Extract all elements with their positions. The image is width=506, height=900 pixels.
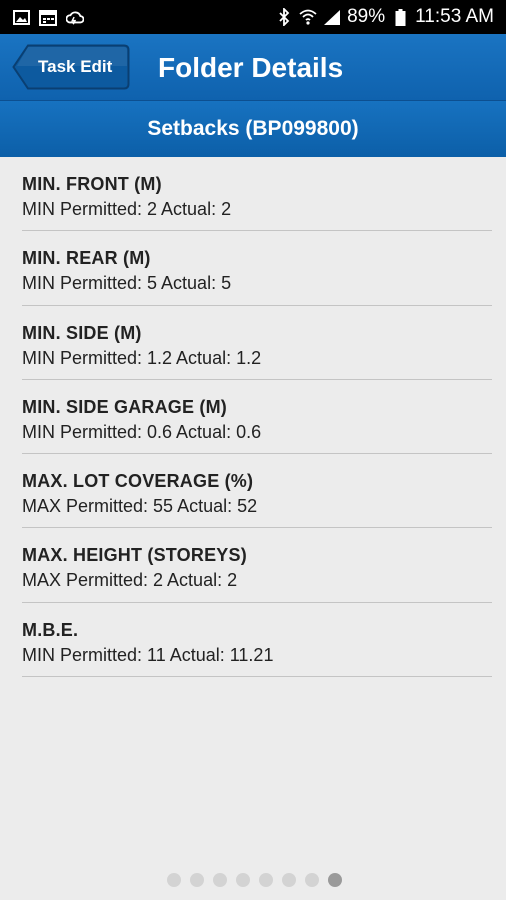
item-values: MIN Permitted: 11 Actual: 11.21: [22, 644, 274, 665]
calendar-icon: [39, 8, 57, 26]
item-title: MIN. SIDE GARAGE (M): [22, 396, 227, 417]
item-title: M.B.E.: [22, 619, 79, 640]
item-title: MAX. HEIGHT (STOREYS): [22, 545, 247, 566]
page-dot[interactable]: [189, 873, 204, 887]
page-dot[interactable]: [258, 873, 273, 887]
notification-icons: [12, 8, 84, 26]
item-title: MAX. LOT COVERAGE (%): [22, 471, 254, 492]
item-values: MIN Permitted: 0.6 Actual: 0.6: [22, 421, 262, 442]
setbacks-list: MIN. FRONT (M) MIN Permitted: 2 Actual: …: [22, 157, 492, 678]
item-values: MIN Permitted: 5 Actual: 5: [22, 273, 232, 294]
section-title: Setbacks (BP099800): [0, 101, 506, 157]
bluetooth-icon: [275, 8, 293, 26]
item-values: MAX Permitted: 2 Actual: 2: [22, 570, 238, 591]
wifi-icon: [299, 8, 317, 26]
item-values: MIN Permitted: 2 Actual: 2: [22, 199, 232, 219]
signal-icon: [323, 8, 341, 26]
status-bar: 89% 11:53 AM: [0, 0, 506, 34]
page-dot[interactable]: [235, 873, 250, 887]
page-indicator[interactable]: [0, 873, 506, 887]
item-values: MAX Permitted: 55 Actual: 52: [22, 496, 258, 517]
page-title: Folder Details: [158, 52, 344, 83]
item-title: MIN. SIDE (M): [22, 322, 142, 343]
page-dot[interactable]: [304, 873, 319, 887]
item-title: MIN. FRONT (M): [22, 174, 162, 194]
list-item: M.B.E. MIN Permitted: 11 Actual: 11.21: [22, 603, 492, 678]
page-dot[interactable]: [281, 873, 296, 887]
list-item: MAX. LOT COVERAGE (%) MAX Permitted: 55 …: [22, 454, 492, 529]
page-dot-active[interactable]: [327, 873, 342, 887]
battery-icon: [391, 8, 409, 26]
list-item: MAX. HEIGHT (STOREYS) MAX Permitted: 2 A…: [22, 528, 492, 603]
back-button-label: Task Edit: [38, 57, 113, 76]
list-item: MIN. SIDE (M) MIN Permitted: 1.2 Actual:…: [22, 306, 492, 380]
system-status: 89% 11:53 AM: [275, 6, 494, 28]
page-dot[interactable]: [166, 873, 181, 887]
page-dot[interactable]: [212, 873, 227, 887]
list-item: MIN. FRONT (M) MIN Permitted: 2 Actual: …: [22, 157, 492, 232]
clock: 11:53 AM: [415, 6, 494, 27]
image-icon: [12, 8, 30, 26]
battery-percent: 89%: [347, 6, 386, 27]
weather-icon: [66, 8, 84, 26]
item-values: MIN Permitted: 1.2 Actual: 1.2: [22, 347, 262, 368]
item-title: MIN. REAR (M): [22, 248, 151, 269]
app-header: Task Edit Folder Details: [0, 34, 506, 101]
list-item: MIN. REAR (M) MIN Permitted: 5 Actual: 5: [22, 231, 492, 306]
list-item: MIN. SIDE GARAGE (M) MIN Permitted: 0.6 …: [22, 380, 492, 455]
back-button[interactable]: Task Edit: [12, 44, 130, 90]
